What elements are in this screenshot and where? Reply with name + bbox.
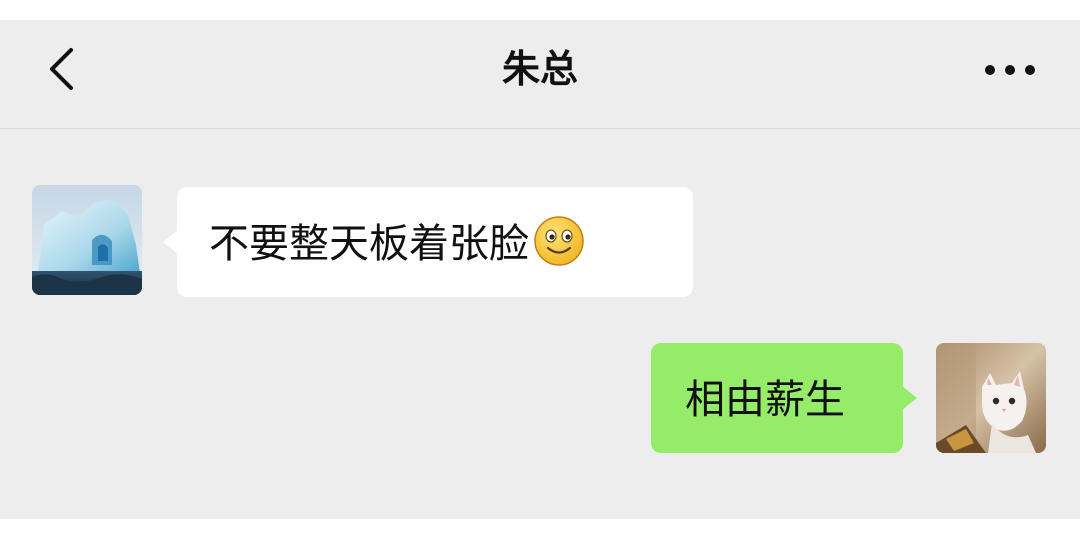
outgoing-message-bubble[interactable]: 相由薪生: [651, 343, 917, 453]
more-dots-icon[interactable]: [982, 60, 1042, 80]
message-text: 相由薪生: [685, 377, 845, 423]
smile-emoji-icon: [534, 216, 584, 266]
incoming-message-bubble[interactable]: 不要整天板着张脸: [163, 187, 693, 297]
contact-avatar[interactable]: [32, 185, 142, 295]
chat-title: 朱总: [501, 47, 578, 91]
iceberg-avatar-image: [32, 185, 142, 295]
self-avatar[interactable]: [936, 343, 1046, 453]
chat-screen: 朱总 不要整天板着张脸 相由薪生: [0, 20, 1080, 519]
white-cat-avatar-image: [936, 343, 1046, 453]
message-text: 不要整天板着张脸: [209, 221, 529, 267]
chat-header: 朱总: [0, 20, 1080, 129]
